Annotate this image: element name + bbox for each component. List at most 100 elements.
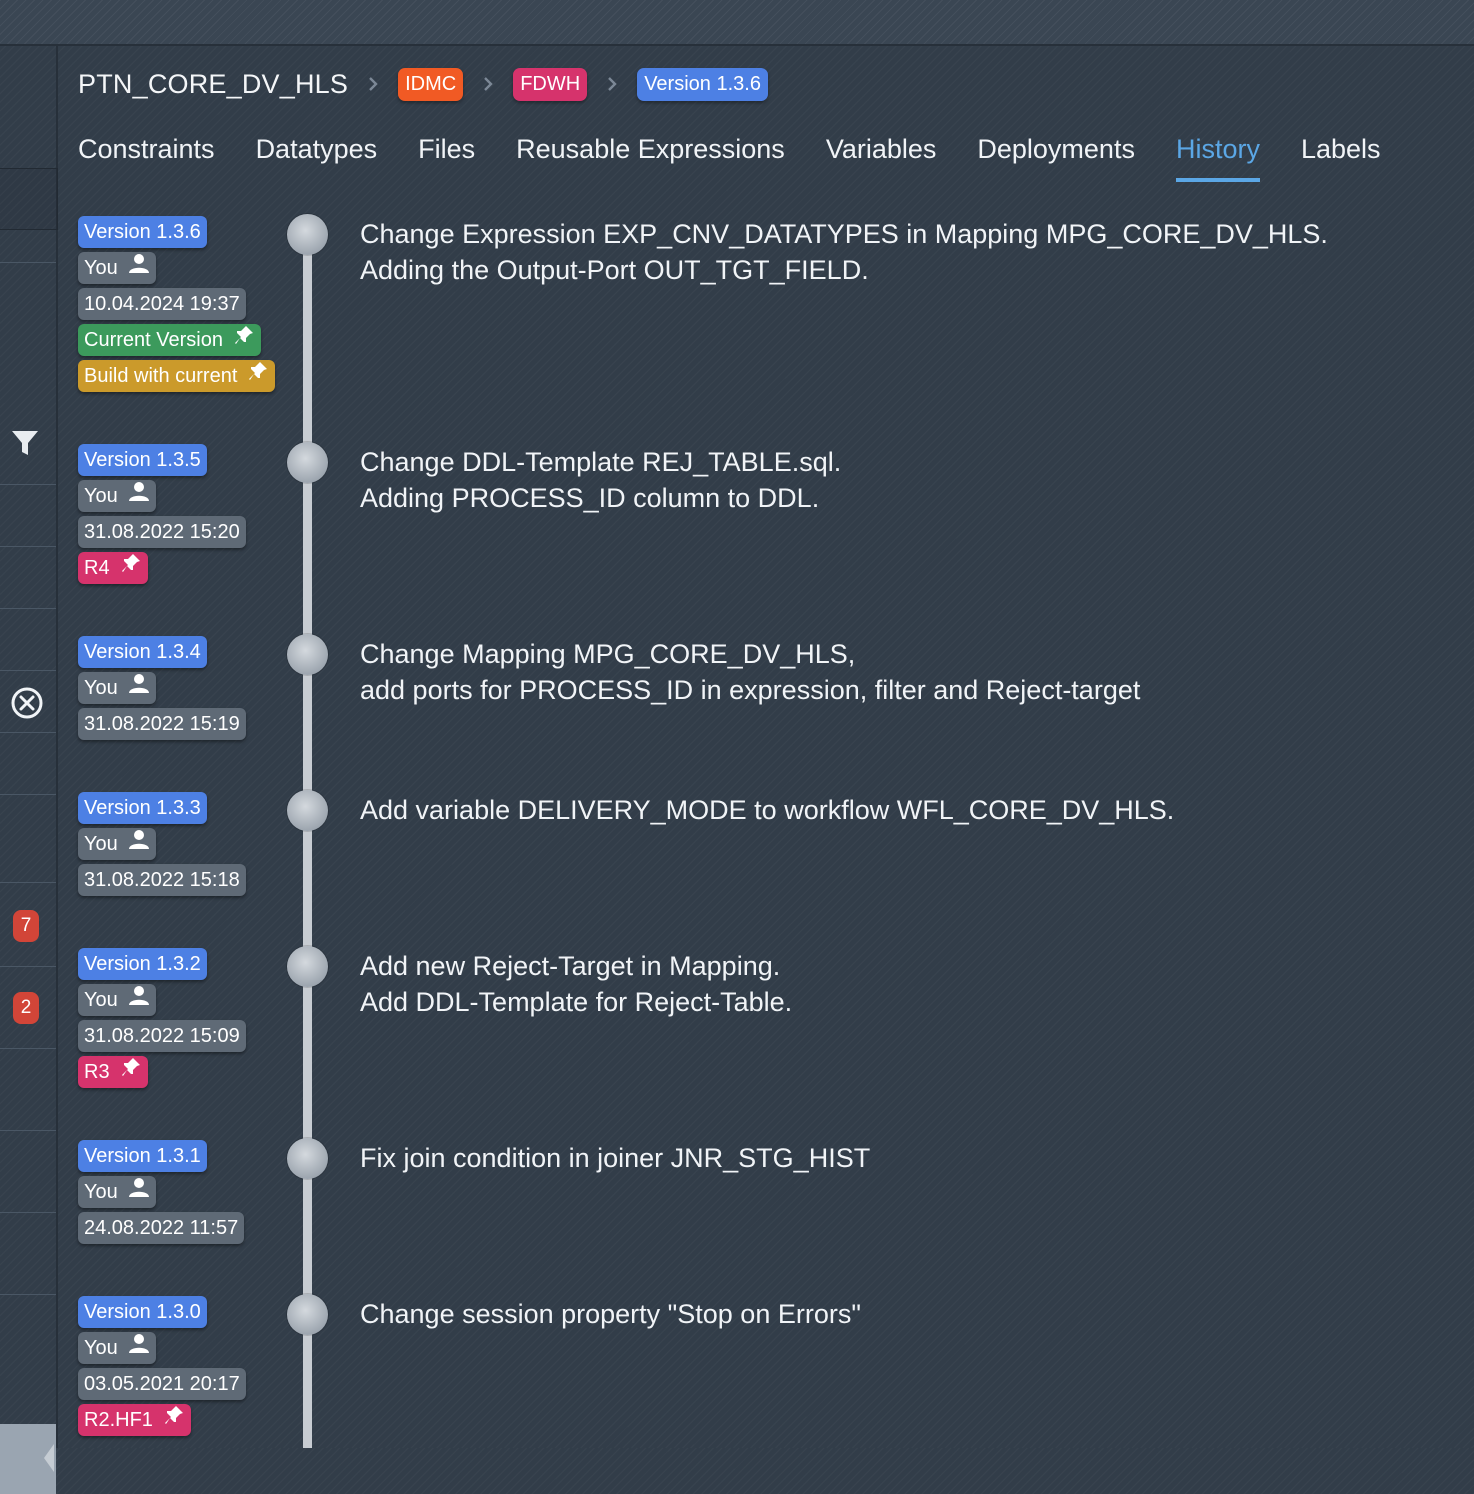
version-badge[interactable]: Version 1.3.3 xyxy=(78,792,207,824)
commit-message-line: add ports for PROCESS_ID in expression, … xyxy=(360,675,1141,705)
release-label[interactable]: R2.HF1 xyxy=(78,1404,191,1436)
chevron-right-icon xyxy=(605,77,619,91)
pin-icon xyxy=(110,1056,142,1088)
date-badge: 24.08.2022 11:57 xyxy=(78,1212,245,1244)
breadcrumb: PTN_CORE_DV_HLS IDMC FDWH Version 1.3.6 xyxy=(78,62,768,106)
user-badge: You xyxy=(78,1176,156,1208)
commit-message: Change DDL-Template REJ_TABLE.sql. Addin… xyxy=(360,444,841,516)
sidebar-divider xyxy=(0,732,56,733)
label-text: R4 xyxy=(84,557,110,579)
sidebar-divider xyxy=(0,608,56,609)
left-sidebar: 7 2 xyxy=(0,46,58,1494)
label-text: Build with current xyxy=(84,365,238,387)
tab-labels[interactable]: Labels xyxy=(1301,134,1381,184)
user-icon xyxy=(118,828,150,860)
commit-message-line: Change session property "Stop on Errors" xyxy=(360,1299,861,1329)
date-badge: 31.08.2022 15:19 xyxy=(78,708,246,740)
sidebar-divider xyxy=(0,546,56,547)
breadcrumb-tag-idmc[interactable]: IDMC xyxy=(398,67,464,101)
user-name: You xyxy=(84,1337,118,1359)
commit-message: Add variable DELIVERY_MODE to workflow W… xyxy=(360,792,1174,828)
build-with-current-label[interactable]: Build with current xyxy=(78,360,276,392)
commit-message-line: Adding PROCESS_ID column to DDL. xyxy=(360,483,820,513)
date-badge: 10.04.2024 19:37 xyxy=(78,288,246,320)
user-icon xyxy=(118,984,150,1016)
timeline-dot xyxy=(287,442,328,483)
timeline-dot xyxy=(287,214,328,255)
timeline-dot xyxy=(287,1138,328,1179)
commit-message-line: Add variable DELIVERY_MODE to workflow W… xyxy=(360,795,1175,825)
release-label[interactable]: R3 xyxy=(78,1056,148,1088)
date-badge: 31.08.2022 15:20 xyxy=(78,516,246,548)
commit-message-line: Fix join condition in joiner JNR_STG_HIS… xyxy=(360,1143,871,1173)
commit-message: Change Mapping MPG_CORE_DV_HLS, add port… xyxy=(360,636,1140,708)
user-badge: You xyxy=(78,1332,156,1364)
sidebar-divider xyxy=(0,670,56,671)
sidebar-divider xyxy=(0,484,56,485)
timeline-dot xyxy=(287,1294,328,1335)
commit-message: Change Expression EXP_CNV_DATATYPES in M… xyxy=(360,216,1328,288)
count-badge: 2 xyxy=(13,992,39,1024)
commit-message-line: Adding the Output-Port OUT_TGT_FIELD. xyxy=(360,255,869,285)
commit-message-line: Change DDL-Template REJ_TABLE.sql. xyxy=(360,447,842,477)
user-badge: You xyxy=(78,480,156,512)
chevron-right-icon xyxy=(366,77,380,91)
user-icon xyxy=(118,1176,150,1208)
version-badge[interactable]: Version 1.3.4 xyxy=(78,636,207,668)
version-badge[interactable]: Version 1.3.0 xyxy=(78,1296,207,1328)
timeline-dot xyxy=(287,790,328,831)
commit-message-line: Add DDL-Template for Reject-Table. xyxy=(360,987,793,1017)
timeline-dot xyxy=(287,946,328,987)
user-name: You xyxy=(84,677,118,699)
tab-deployments[interactable]: Deployments xyxy=(977,134,1135,184)
project-name[interactable]: PTN_CORE_DV_HLS xyxy=(78,69,348,100)
sidebar-collapse-handle[interactable] xyxy=(0,1424,56,1494)
tab-datatypes[interactable]: Datatypes xyxy=(256,134,378,184)
user-badge: You xyxy=(78,984,156,1016)
user-badge: You xyxy=(78,672,156,704)
commit-message-line: Add new Reject-Target in Mapping. xyxy=(360,951,781,981)
tab-files[interactable]: Files xyxy=(418,134,475,184)
pin-icon xyxy=(223,324,255,356)
commit-message: Change session property "Stop on Errors" xyxy=(360,1296,861,1332)
user-icon xyxy=(118,672,150,704)
top-bar xyxy=(0,0,1474,46)
label-text: R2.HF1 xyxy=(84,1409,153,1431)
version-badge[interactable]: Version 1.3.1 xyxy=(78,1140,207,1172)
sidebar-divider xyxy=(0,1294,56,1295)
pin-icon xyxy=(153,1404,185,1436)
version-badge[interactable]: Version 1.3.6 xyxy=(78,216,207,248)
user-badge: You xyxy=(78,828,156,860)
sidebar-panel-box[interactable] xyxy=(0,168,58,230)
user-name: You xyxy=(84,989,118,1011)
tab-bar: Constraints Datatypes Files Reusable Exp… xyxy=(78,134,1381,184)
tab-reusable-expressions[interactable]: Reusable Expressions xyxy=(516,134,785,184)
user-icon xyxy=(118,1332,150,1364)
user-icon xyxy=(118,252,150,284)
tab-variables[interactable]: Variables xyxy=(826,134,937,184)
label-text: Current Version xyxy=(84,329,223,351)
sidebar-divider xyxy=(0,794,56,795)
pin-icon xyxy=(110,552,142,584)
sidebar-divider xyxy=(0,1048,56,1049)
breadcrumb-tag-version[interactable]: Version 1.3.6 xyxy=(637,67,768,101)
release-label[interactable]: R4 xyxy=(78,552,148,584)
pin-icon xyxy=(237,360,269,392)
date-badge: 31.08.2022 15:18 xyxy=(78,864,246,896)
close-circle-icon[interactable] xyxy=(10,686,44,725)
version-badge[interactable]: Version 1.3.2 xyxy=(78,948,207,980)
sidebar-divider xyxy=(0,1130,56,1131)
sidebar-divider xyxy=(0,882,56,883)
current-version-label[interactable]: Current Version xyxy=(78,324,261,356)
tab-history[interactable]: History xyxy=(1175,134,1260,184)
commit-message-line: Change Expression EXP_CNV_DATATYPES in M… xyxy=(360,219,1328,249)
user-badge: You xyxy=(78,252,156,284)
label-text: R3 xyxy=(84,1061,110,1083)
date-badge: 03.05.2021 20:17 xyxy=(78,1368,246,1400)
tab-constraints[interactable]: Constraints xyxy=(78,134,215,184)
sidebar-divider xyxy=(0,262,56,263)
breadcrumb-tag-fdwh[interactable]: FDWH xyxy=(513,67,588,101)
version-badge[interactable]: Version 1.3.5 xyxy=(78,444,207,476)
filter-icon[interactable] xyxy=(10,428,40,463)
commit-message: Add new Reject-Target in Mapping. Add DD… xyxy=(360,948,792,1020)
